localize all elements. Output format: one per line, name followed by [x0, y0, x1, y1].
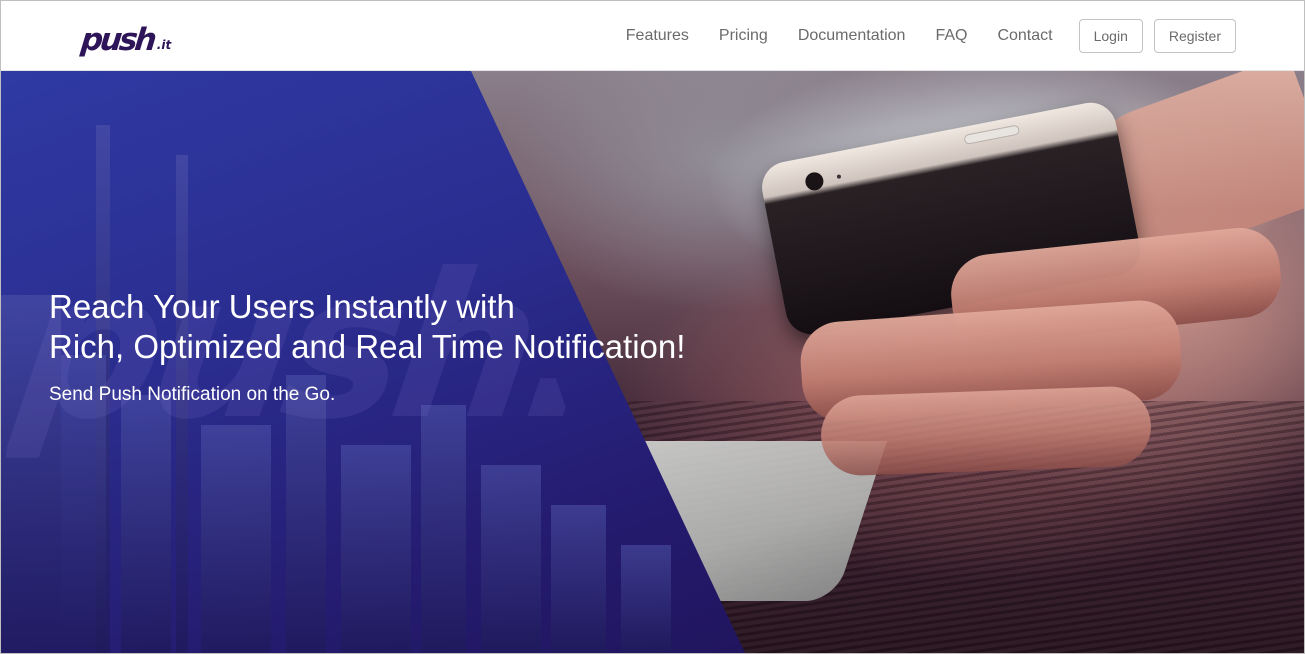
register-button[interactable]: Register [1153, 19, 1236, 53]
phone-headphone-jack [803, 170, 825, 192]
finger-image [819, 385, 1153, 477]
navbar: push .it Features Pricing Documentation … [1, 1, 1304, 71]
logo[interactable]: push .it [79, 18, 172, 58]
logo-suffix: .it [156, 38, 172, 52]
logo-text: push [79, 22, 156, 58]
nav-link-features[interactable]: Features [626, 27, 689, 45]
phone-microphone [836, 174, 842, 179]
phone-power-button [963, 124, 1021, 145]
nav-link-contact[interactable]: Contact [997, 27, 1052, 45]
login-button[interactable]: Login [1078, 19, 1143, 53]
main-nav: Features Pricing Documentation FAQ Conta… [596, 18, 1236, 54]
hero-title: Reach Your Users Instantly with Rich, Op… [49, 287, 809, 367]
hero-title-line-1: Reach Your Users Instantly with [49, 288, 515, 325]
page: push .it Features Pricing Documentation … [0, 0, 1305, 654]
hero-text: Reach Your Users Instantly with Rich, Op… [49, 287, 809, 407]
nav-link-documentation[interactable]: Documentation [798, 27, 906, 45]
hero-section: push.it Reach Your Users Instantly with … [1, 71, 1304, 653]
hero-subtitle: Send Push Notification on the Go. [49, 384, 336, 405]
hero-title-line-2: Rich, Optimized and Real Time Notificati… [49, 328, 686, 365]
nav-link-pricing[interactable]: Pricing [719, 27, 768, 45]
nav-link-faq[interactable]: FAQ [935, 27, 967, 45]
